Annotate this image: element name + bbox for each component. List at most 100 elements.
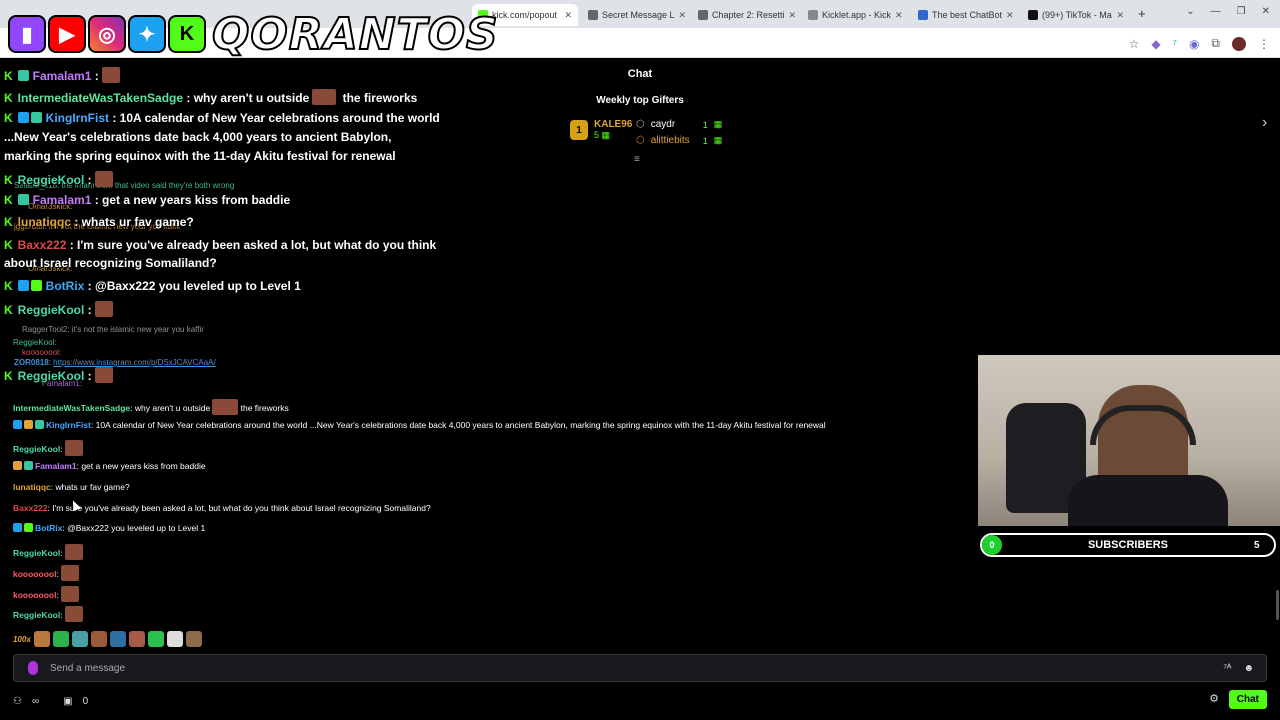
chat-message[interactable]: BotRix: @Baxx222 you leveled up to Level… [13, 523, 205, 533]
chevron-right-icon[interactable]: › [1262, 114, 1267, 132]
more-menu-icon[interactable]: ⋮ [1258, 37, 1270, 51]
translate-icon[interactable]: ⁷ᴬ [1223, 663, 1231, 674]
extension-icon[interactable]: ◆ [1151, 37, 1160, 51]
send-message-input[interactable] [50, 662, 1224, 674]
maximize-button[interactable]: ❐ [1237, 6, 1246, 17]
new-tab-button[interactable]: + [1138, 6, 1146, 21]
chevron-down-icon[interactable]: ⌄ [1186, 6, 1194, 17]
weekly-top-gifters-title: Weekly top Gifters [596, 95, 684, 106]
overlay-chat-line: Klunatiqqc : whats ur fav game? [4, 215, 194, 229]
gifter-name: caydr [650, 119, 676, 130]
gift-icon: ▦ [713, 135, 723, 145]
message-text: I'm sure you've already been asked a lot… [52, 503, 431, 513]
youtube-icon: ▶ [48, 15, 86, 53]
chat-message[interactable]: ReggieKool: [13, 544, 83, 560]
emote-icon [64, 544, 83, 560]
instagram-link[interactable]: https://www.instagram.com/p/DSxJCAVCAaA/ [53, 358, 216, 367]
overlay-chat-line: K Famalam1 : get a new years kiss from ba… [4, 193, 290, 207]
streamer-logo: ▮ ▶ ◎ ✦ K QORANTOS [8, 6, 499, 62]
username[interactable]: koooooool [13, 569, 56, 579]
username[interactable]: koooooool [13, 590, 56, 600]
twitch-icon: ▮ [8, 15, 46, 53]
scrollbar[interactable] [1276, 590, 1279, 620]
close-icon[interactable]: ✕ [679, 10, 687, 21]
emote-icon[interactable] [71, 631, 88, 647]
close-icon[interactable]: ✕ [1006, 10, 1014, 21]
tab-kicklet[interactable]: Kicklet.app - Kick ✕ [802, 4, 908, 26]
gifter-name: alittiebits [650, 135, 690, 146]
faded-chat-line: koooooool: [22, 348, 62, 357]
emote-100x[interactable]: 100x [13, 635, 31, 644]
message-text: whats ur fav game? [55, 482, 130, 492]
username[interactable]: ReggieKool [13, 548, 60, 558]
emote-icon[interactable] [185, 631, 202, 647]
emote-icon[interactable] [166, 631, 183, 647]
profile-avatar[interactable] [1232, 36, 1246, 51]
tab-label: Secret Message L [602, 10, 675, 20]
username: BotRix [45, 279, 85, 293]
quick-emote-row: 100x [13, 631, 202, 647]
tab-chatbot[interactable]: The best ChatBot ✕ [912, 4, 1018, 26]
username[interactable]: ReggieKool [13, 610, 60, 620]
emote-icon[interactable] [90, 631, 107, 647]
chat-message[interactable]: koooooool: [13, 586, 79, 602]
translate-extension-icon[interactable]: ⁷ [1173, 37, 1177, 51]
message-text: : [84, 303, 92, 317]
message-text: : 10A calendar of New Year celebrations … [109, 111, 440, 125]
emote-icon[interactable] [128, 631, 145, 647]
microphone-icon[interactable] [28, 661, 38, 675]
close-icon[interactable]: ✕ [1116, 10, 1124, 21]
points-icon[interactable]: ⚇ [13, 696, 22, 707]
verified-badge-icon [13, 420, 22, 429]
gift-count: 1 [702, 135, 708, 146]
username[interactable]: ReggieKool [13, 444, 60, 454]
tab-label: Chapter 2: Resetti [712, 10, 785, 20]
minimize-button[interactable]: — [1211, 6, 1221, 17]
chat-send-button[interactable]: Chat [1228, 690, 1267, 709]
chat-message[interactable]: ReggieKool: [13, 606, 83, 622]
gear-icon[interactable]: ⚙ [1209, 692, 1219, 705]
gift-count: 5 [594, 130, 600, 140]
chat-title: Chat [627, 68, 653, 80]
chat-message[interactable]: ReggieKool: [13, 440, 83, 456]
tab-tiktok[interactable]: (99+) TikTok - Ma ✕ [1022, 4, 1130, 26]
bot-badge-icon [24, 523, 33, 532]
infinity-icon[interactable]: ∞ [32, 696, 39, 707]
tab-secret-message[interactable]: Secret Message L ✕ [582, 4, 688, 26]
chat-message[interactable]: KingIrnFist: 10A calendar of New Year ce… [13, 420, 826, 430]
close-icon[interactable]: ✕ [789, 10, 797, 21]
emote-icon[interactable] [33, 631, 50, 647]
username[interactable]: KingIrnFist [46, 420, 91, 430]
chat-message[interactable]: IntermediateWasTakenSadge: why aren't u … [13, 399, 289, 415]
gift-icon: ▦ [601, 130, 611, 140]
username[interactable]: lunatiqqc [13, 482, 51, 492]
extensions-puzzle-icon[interactable]: ⧉ [1211, 36, 1220, 51]
emote-icon[interactable] [109, 631, 126, 647]
emote-icon [101, 67, 120, 83]
top-gifter-2[interactable]: ⬡ caydr 1 ▦ [636, 119, 722, 130]
instagram-icon: ◎ [88, 15, 126, 53]
verified-badge-icon [13, 523, 22, 532]
top-gifter-1[interactable]: 1 KALE96 5 ▦ [570, 119, 632, 141]
chat-message[interactable]: Famalam1: get a new years kiss from badd… [13, 461, 206, 471]
chat-message[interactable]: koooooool: [13, 565, 79, 581]
emote-icon [60, 586, 79, 602]
audio-extension-icon[interactable]: ◉ [1189, 37, 1199, 51]
overlay-chat-line: K IntermediateWasTakenSadge : why aren't … [4, 89, 417, 105]
emote-icon[interactable] [147, 631, 164, 647]
chat-message[interactable]: lunatiqqc: whats ur fav game? [13, 482, 130, 492]
close-icon[interactable]: ✕ [564, 10, 572, 21]
emoji-icon[interactable]: ☻ [1243, 663, 1254, 674]
bookmark-star-icon[interactable]: ☆ [1129, 37, 1140, 51]
top-gifter-3[interactable]: ⬡ alittiebits 1 ▦ [636, 135, 722, 146]
close-window-button[interactable]: ✕ [1262, 6, 1270, 17]
close-icon[interactable]: ✕ [895, 10, 903, 21]
username[interactable]: Famalam1 [35, 461, 77, 471]
username[interactable]: IntermediateWasTakenSadge [13, 403, 130, 413]
username[interactable]: BotRix [35, 523, 62, 533]
emote-icon[interactable] [52, 631, 69, 647]
pinned-toggle-icon[interactable]: ≡ [634, 154, 640, 165]
tab-chapter-2[interactable]: Chapter 2: Resetti ✕ [692, 4, 798, 26]
username[interactable]: Baxx222 [13, 503, 48, 513]
gift-icon[interactable]: ▣ [63, 696, 72, 707]
